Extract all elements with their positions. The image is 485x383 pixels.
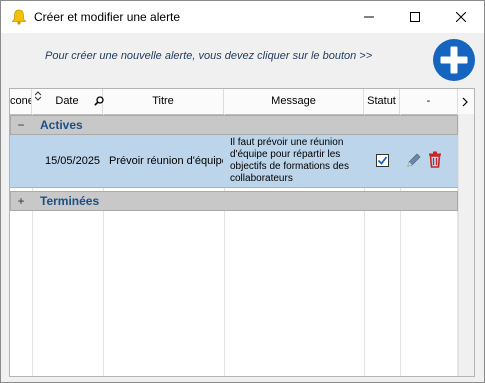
statut-checkbox[interactable] <box>376 154 389 167</box>
add-alert-button[interactable] <box>432 38 476 82</box>
collapse-toggle[interactable]: − <box>16 118 26 132</box>
plus-circle-icon <box>433 39 475 81</box>
column-header-date[interactable]: Date <box>32 89 103 114</box>
column-header-message[interactable]: Message <box>224 89 364 114</box>
column-header-actions[interactable]: - <box>400 89 458 114</box>
check-icon <box>377 156 388 165</box>
client-area: Pour créer une nouvelle alerte, vous dev… <box>1 33 484 382</box>
expand-toggle[interactable]: + <box>16 194 26 208</box>
bell-icon <box>10 8 28 26</box>
alert-window: Créer et modifier une alerte Pour créer … <box>0 0 485 383</box>
group-terminees[interactable]: + Terminées <box>10 191 458 211</box>
table-row[interactable]: 15/05/2025 Prévoir réunion d'équipe Il f… <box>10 135 458 188</box>
chevron-right-icon[interactable] <box>461 97 469 107</box>
vertical-scrollbar[interactable] <box>458 114 474 376</box>
alerts-table: cone Date Titre Message Statut - − Activ… <box>9 88 475 377</box>
group-label: Actives <box>40 118 83 132</box>
group-label: Terminées <box>40 194 100 208</box>
group-actives[interactable]: − Actives <box>10 115 458 135</box>
close-button[interactable] <box>438 1 484 33</box>
column-header-titre[interactable]: Titre <box>103 89 224 114</box>
table-header: cone Date Titre Message Statut - <box>10 89 474 115</box>
instruction-text: Pour créer une nouvelle alerte, vous dev… <box>45 50 373 62</box>
pencil-icon[interactable] <box>406 152 422 168</box>
column-header-statut[interactable]: Statut <box>364 89 400 114</box>
row-titre: Prévoir réunion d'équipe <box>109 155 223 167</box>
maximize-button[interactable] <box>392 1 438 33</box>
column-header-icone[interactable]: cone <box>10 89 32 114</box>
window-title: Créer et modifier une alerte <box>34 10 181 24</box>
row-message: Il faut prévoir une réunion d'équipe pou… <box>230 137 349 184</box>
trash-icon[interactable] <box>427 151 443 168</box>
minimize-button[interactable] <box>346 1 392 33</box>
row-date: 15/05/2025 <box>45 155 101 167</box>
title-bar[interactable]: Créer et modifier une alerte <box>1 1 484 33</box>
